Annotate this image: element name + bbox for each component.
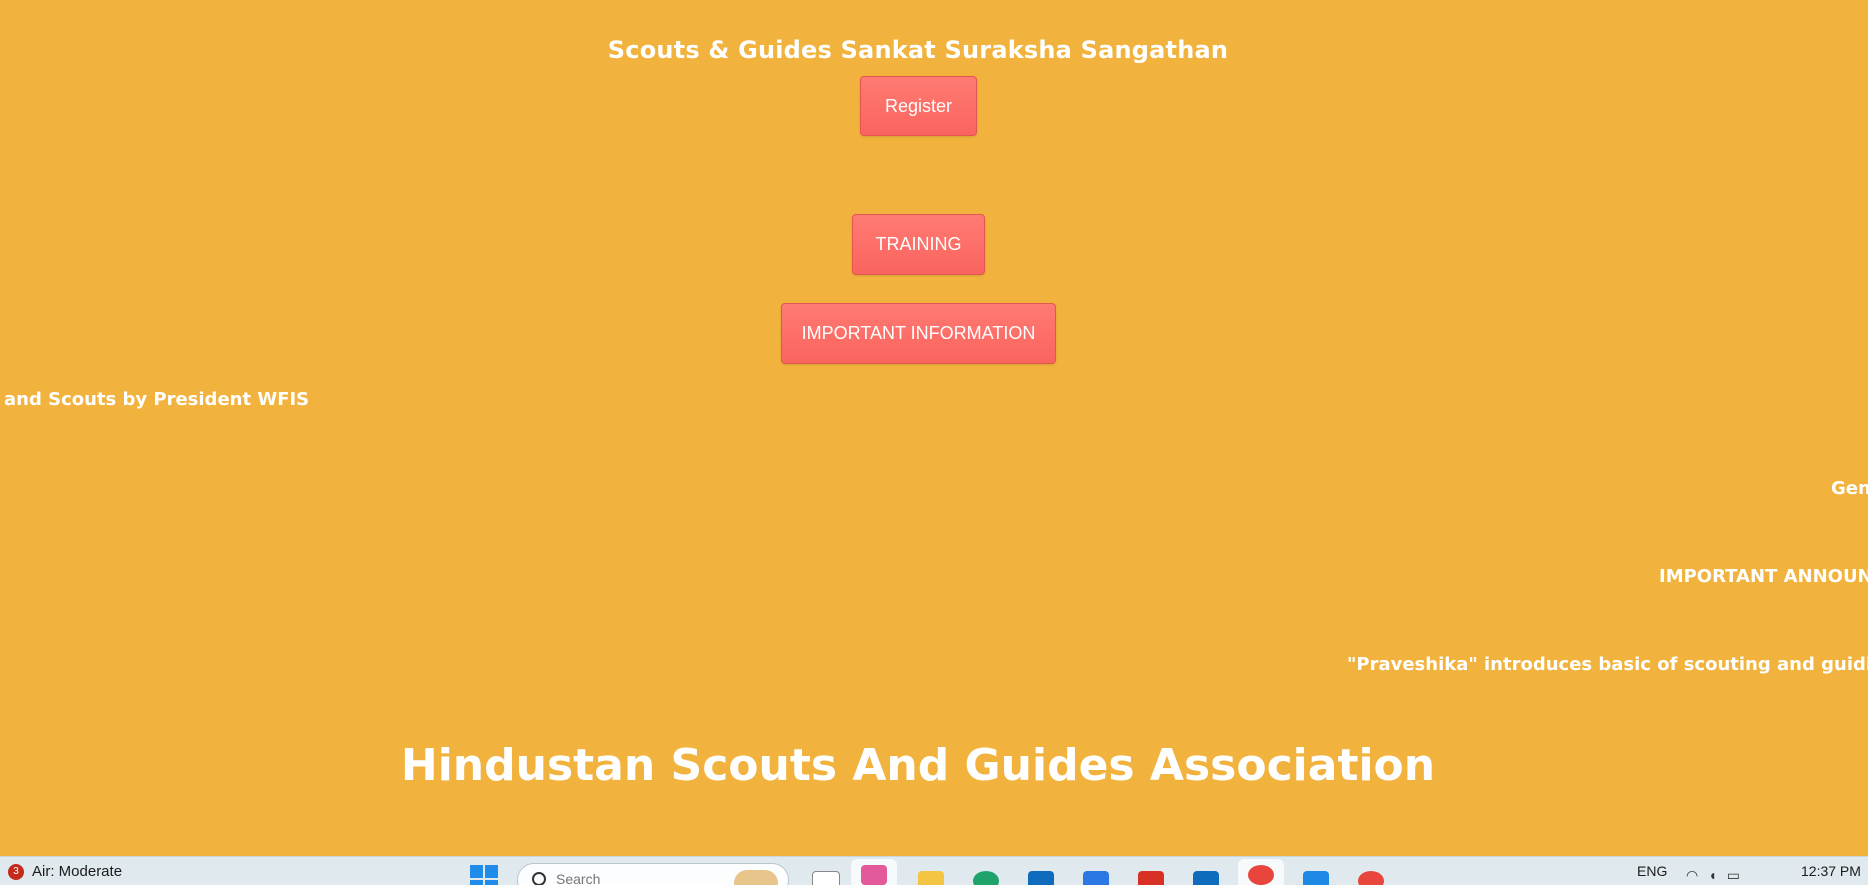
news-ticker-item[interactable]: IMPORTANT ANNOUNC [1659, 566, 1868, 587]
task-view-icon[interactable] [812, 865, 840, 885]
weather-widget[interactable]: 3 Air: Moderate [0, 857, 122, 885]
language-indicator[interactable]: ENG [1637, 863, 1667, 879]
important-information-button[interactable]: IMPORTANT INFORMATION [781, 303, 1056, 364]
chrome-icon[interactable] [1238, 859, 1284, 885]
news-ticker-item[interactable]: "Praveshika" introduces basic of scoutin… [1347, 654, 1868, 675]
hero-title: Hindustan Scouts And Guides Association [400, 740, 1436, 791]
mail-icon[interactable] [1192, 865, 1220, 885]
system-tray[interactable]: ◠ ◖ ▭ [1686, 867, 1740, 884]
clock[interactable]: 12:37 PM [1801, 863, 1861, 879]
file-explorer-icon[interactable] [917, 865, 945, 885]
gmail-icon[interactable] [1137, 865, 1165, 885]
taskbar: 3 Air: Moderate ENG [0, 856, 1868, 885]
chrome-icon[interactable] [1357, 865, 1385, 885]
app-icon[interactable] [1082, 865, 1110, 885]
register-button[interactable]: Register [860, 76, 977, 136]
store-icon[interactable] [1027, 865, 1055, 885]
notification-badge: 3 [8, 863, 24, 880]
taskbar-search[interactable] [517, 863, 789, 885]
copilot-icon[interactable] [851, 859, 897, 885]
volume-icon[interactable]: ◖ [1708, 867, 1716, 884]
vscode-icon[interactable] [1302, 865, 1330, 885]
search-input[interactable] [556, 871, 706, 885]
site-title: Scouts & Guides Sankat Suraksha Sangatha… [607, 36, 1229, 64]
news-ticker-item[interactable]: and Scouts by President WFIS [4, 389, 309, 410]
training-button[interactable]: TRAINING [852, 214, 985, 275]
news-ticker-item[interactable]: Gen [1831, 478, 1868, 499]
search-highlight-icon [734, 870, 778, 885]
windows-start-icon[interactable] [470, 865, 498, 885]
wifi-icon[interactable]: ◠ [1686, 867, 1698, 884]
web-page: Scouts & Guides Sankat Suraksha Sangatha… [0, 0, 1868, 856]
battery-icon[interactable]: ▭ [1727, 867, 1740, 884]
search-icon [532, 872, 546, 885]
edge-icon[interactable] [972, 865, 1000, 885]
weather-text: Air: Moderate [32, 863, 123, 880]
